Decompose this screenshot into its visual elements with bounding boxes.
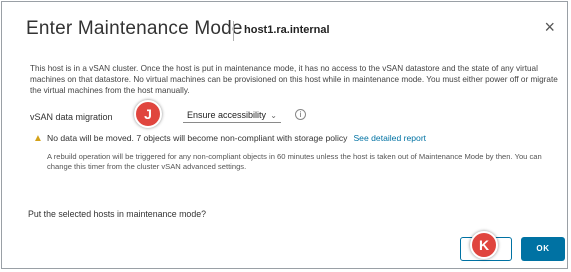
- description-text: This host is in a vSAN cluster. Once the…: [30, 64, 558, 95]
- migration-label: vSAN data migration: [30, 112, 113, 122]
- host-name: host1.ra.internal: [244, 24, 330, 36]
- dialog-title: Enter Maintenance Mode: [26, 18, 243, 39]
- callout-badge-j: J: [134, 100, 162, 128]
- warning-text: No data will be moved. 7 objects will be…: [47, 133, 348, 143]
- migration-select-value: Ensure accessibility: [187, 110, 267, 120]
- warning-icon: ▲: [33, 133, 43, 144]
- info-icon[interactable]: i: [295, 109, 306, 120]
- warning-row: ▲ No data will be moved. 7 objects will b…: [33, 133, 426, 144]
- chevron-down-icon: ⌄: [270, 111, 277, 120]
- detailed-report-link[interactable]: See detailed report: [353, 133, 426, 143]
- close-icon[interactable]: ×: [544, 17, 555, 38]
- migration-select[interactable]: Ensure accessibility ⌄: [183, 108, 281, 123]
- confirm-question: Put the selected hosts in maintenance mo…: [28, 209, 207, 219]
- title-separator: [233, 21, 234, 41]
- callout-badge-k: K: [470, 231, 498, 259]
- rebuild-text: A rebuild operation will be triggered fo…: [47, 152, 542, 171]
- ok-button[interactable]: OK: [521, 237, 565, 261]
- maintenance-dialog: Enter Maintenance Mode host1.ra.internal…: [1, 1, 568, 269]
